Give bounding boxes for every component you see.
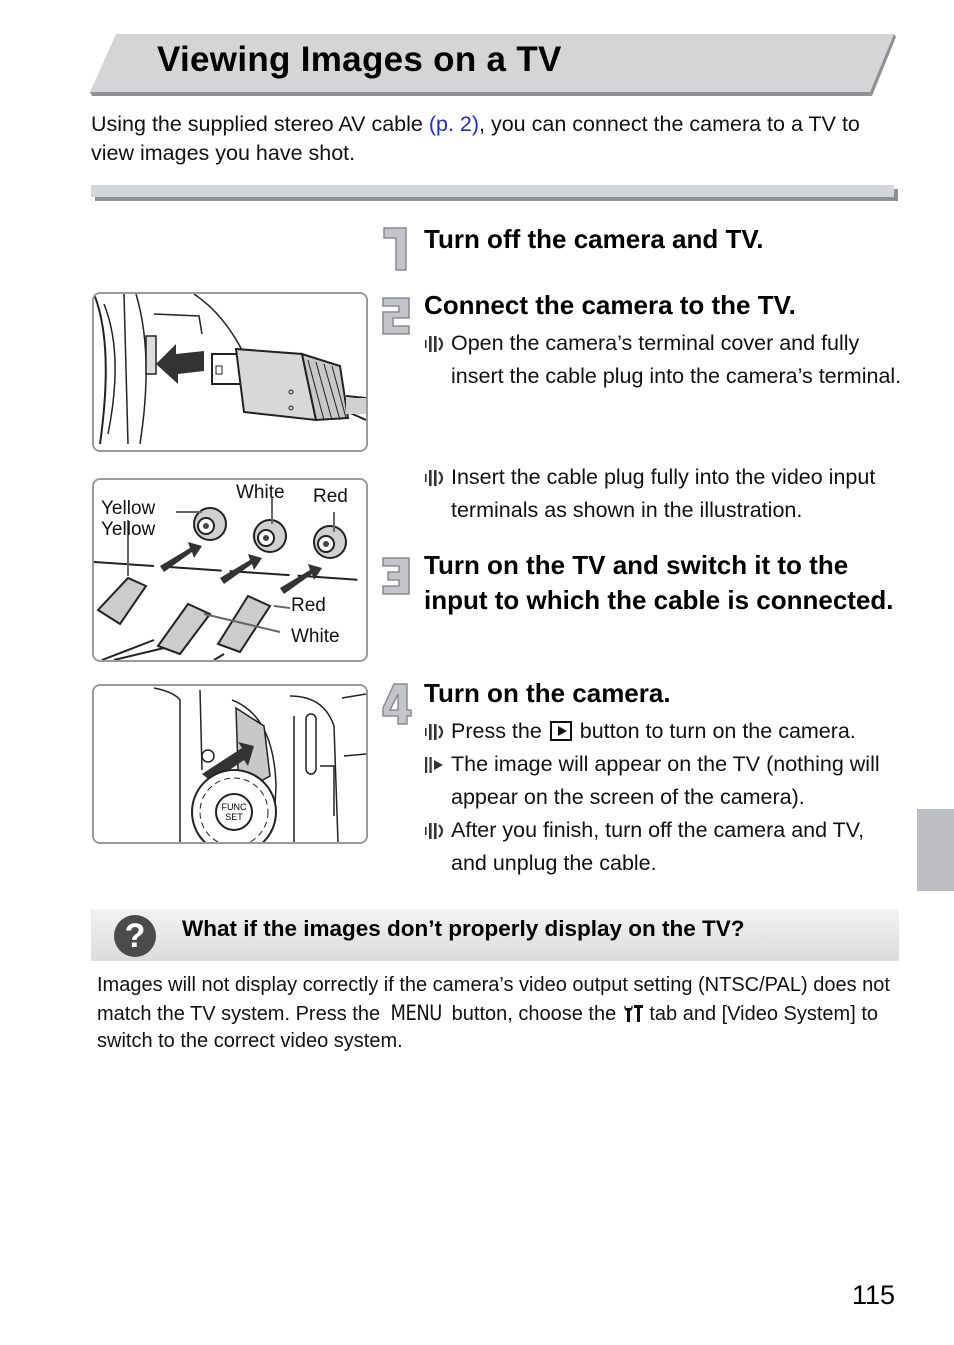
camera-back-drawing: FUNC SET bbox=[153, 687, 366, 842]
step-1-title: Turn off the camera and TV. bbox=[424, 224, 764, 254]
operation-icon bbox=[424, 469, 444, 487]
step-2-title: Connect the camera to the TV. bbox=[424, 290, 796, 320]
bullet-text: After you finish, turn off the camera an… bbox=[451, 818, 865, 875]
tip-text-2: button, choose the bbox=[446, 1002, 622, 1025]
white-terminal-icon bbox=[253, 519, 287, 553]
tip-body: Images will not display correctly if the… bbox=[97, 972, 897, 1056]
operation-icon bbox=[424, 723, 444, 741]
intro-paragraph: Using the supplied stereo AV cable (p. 2… bbox=[91, 110, 901, 168]
label-terminal-white: White bbox=[236, 482, 285, 503]
result-icon bbox=[425, 757, 443, 773]
page-number: 115 bbox=[852, 1280, 896, 1310]
intro-text-before: Using the supplied stereo AV cable bbox=[91, 112, 429, 136]
question-icon: ? bbox=[114, 915, 156, 957]
step-4-bullet-2: The image will appear on the TV (nothing… bbox=[424, 748, 904, 813]
step-4-title: Turn on the camera. bbox=[424, 678, 671, 708]
step-number-1-icon bbox=[383, 227, 407, 271]
step-number-2-icon bbox=[382, 297, 410, 335]
playback-button-illustration: FUNC SET bbox=[92, 684, 368, 844]
operation-icon bbox=[424, 822, 444, 840]
tv-terminals-illustration: Yellow Yellow White Red Red White bbox=[92, 478, 368, 662]
step-number-4-icon bbox=[382, 683, 412, 725]
bullet-text: Insert the cable plug fully into the vid… bbox=[451, 465, 876, 522]
step-4-bullet-1: Press the button to turn on the camera. bbox=[424, 715, 904, 748]
page-title: Viewing Images on a TV bbox=[157, 40, 562, 79]
camera-terminal-drawing bbox=[94, 294, 366, 445]
step-2-bullet-1: Open the camera’s terminal cover and ful… bbox=[424, 327, 904, 392]
section-divider-shadow-edge bbox=[894, 189, 898, 201]
bullet-text: Press the bbox=[451, 719, 548, 743]
menu-button-label: MENU bbox=[390, 1000, 442, 1025]
red-terminal-icon bbox=[313, 525, 347, 559]
operation-icon bbox=[424, 335, 444, 353]
dial-label-set: SET bbox=[225, 812, 243, 822]
title-banner: Viewing Images on a TV bbox=[90, 34, 896, 96]
cable-connection-illustration bbox=[92, 292, 368, 452]
bullet-text: button to turn on the camera. bbox=[573, 719, 856, 743]
step-number-3-icon bbox=[382, 557, 410, 595]
section-divider-shadow bbox=[95, 197, 898, 201]
section-divider bbox=[91, 185, 894, 197]
bullet-text: Open the camera’s terminal cover and ful… bbox=[451, 331, 902, 388]
page-reference-link[interactable]: (p. 2) bbox=[429, 112, 479, 136]
insert-arrow-icon bbox=[156, 344, 204, 384]
label-plug-red: Red bbox=[291, 595, 326, 616]
label-terminal-yellow: Yellow bbox=[101, 498, 156, 519]
chapter-side-tab bbox=[917, 809, 954, 891]
step-3-title: Turn on the TV and switch it to the inpu… bbox=[424, 550, 894, 615]
step-4-bullet-3: After you finish, turn off the camera an… bbox=[424, 814, 904, 879]
label-terminal-red: Red bbox=[313, 486, 348, 507]
tip-title: What if the images don’t properly displa… bbox=[182, 916, 745, 941]
tools-tab-icon bbox=[624, 1004, 643, 1022]
bullet-text: The image will appear on the TV (nothing… bbox=[451, 752, 880, 809]
playback-button-icon bbox=[549, 721, 572, 741]
dial-label-func: FUNC bbox=[222, 802, 247, 812]
label-plug-yellow: Yellow bbox=[101, 519, 156, 540]
label-plug-white: White bbox=[291, 626, 340, 647]
step-2-bullet-2: Insert the cable plug fully into the vid… bbox=[424, 461, 904, 526]
